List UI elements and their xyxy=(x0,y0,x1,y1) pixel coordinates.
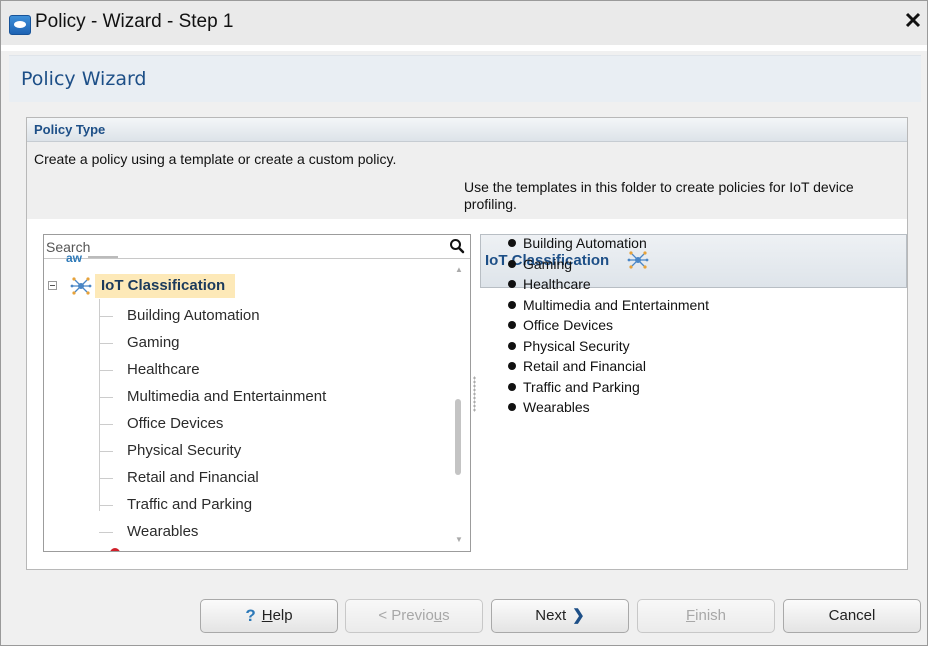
template-tree: aw IoT Classification xyxy=(43,234,471,552)
partial-node-icon: aw xyxy=(66,254,83,264)
tree-node-iot-classification[interactable]: IoT Classification xyxy=(48,273,278,299)
detail-list-item: Healthcare xyxy=(508,274,709,295)
tree-item-building-automation[interactable]: Building Automation xyxy=(99,303,449,329)
close-x-icon xyxy=(905,12,921,28)
tree-item-wearables[interactable]: Wearables xyxy=(99,519,449,545)
tree-branch-line xyxy=(99,478,113,479)
close-icon[interactable] xyxy=(903,11,923,33)
finish-label-mnemonic: F xyxy=(685,607,696,624)
search-icon[interactable] xyxy=(449,238,465,254)
cancel-button[interactable]: Cancel xyxy=(783,599,921,633)
tree-node-partial: aw xyxy=(60,254,120,264)
cancel-label: Cancel xyxy=(828,607,876,624)
previous-label-mnemonic: u xyxy=(433,607,443,624)
help-icon: ? xyxy=(245,606,256,626)
hub-icon xyxy=(70,277,92,295)
help-button[interactable]: ? Help xyxy=(200,599,338,633)
collapse-icon[interactable] xyxy=(48,281,57,290)
scroll-up-icon[interactable]: ▲ xyxy=(454,265,464,275)
tree-branch-line xyxy=(99,316,113,317)
wizard-header: Policy Wizard xyxy=(9,55,921,102)
tree-item-office-devices[interactable]: Office Devices xyxy=(99,411,449,437)
wizard-title: Policy Wizard xyxy=(21,68,147,90)
app-icon xyxy=(9,15,31,35)
policy-type-title: Policy Type xyxy=(34,122,106,137)
tree-item-label: Building Automation xyxy=(127,307,260,324)
finish-label-post: inish xyxy=(695,607,727,624)
finish-button[interactable]: Finish xyxy=(637,599,775,633)
tree-branch-line xyxy=(99,505,113,506)
help-label-mnemonic: H xyxy=(261,607,273,624)
tree-item-label: Physical Security xyxy=(127,442,242,459)
previous-button[interactable]: < Previous xyxy=(345,599,483,633)
detail-list-item: Retail and Financial xyxy=(508,356,709,377)
pane-splitter[interactable] xyxy=(473,376,476,412)
tree-branch-line xyxy=(99,397,113,398)
detail-description: Use the templates in this folder to crea… xyxy=(464,179,854,212)
detail-list: Building Automation Gaming Healthcare Mu… xyxy=(508,233,709,418)
detail-list-item: Gaming xyxy=(508,254,709,275)
previous-label-pre: < Previo xyxy=(378,607,434,624)
tree-branch-line xyxy=(99,370,113,371)
tree-item-gaming[interactable]: Gaming xyxy=(99,330,449,356)
policy-type-header: Policy Type xyxy=(27,118,907,142)
tree-item-healthcare[interactable]: Healthcare xyxy=(99,357,449,383)
scroll-down-icon[interactable]: ▼ xyxy=(454,535,464,545)
detail-list-item: Multimedia and Entertainment xyxy=(508,295,709,316)
tree-branch-line xyxy=(99,532,113,533)
partial-node-icon-bottom xyxy=(110,548,120,551)
tree-branch-line xyxy=(99,451,113,452)
help-label-post: elp xyxy=(272,607,293,624)
tree-item-label: Office Devices xyxy=(127,415,224,432)
next-label: Next xyxy=(535,607,567,624)
scrollbar-thumb[interactable] xyxy=(455,399,461,475)
previous-label-post: s xyxy=(442,607,450,624)
tree-item-label: Wearables xyxy=(127,523,199,540)
tree-node-label: IoT Classification xyxy=(95,274,236,298)
tree-item-traffic-and-parking[interactable]: Traffic and Parking xyxy=(99,492,449,518)
tree-branch-line xyxy=(99,424,113,425)
tree-scrollbar[interactable]: ▲ ▼ xyxy=(448,259,470,551)
detail-list-item: Traffic and Parking xyxy=(508,377,709,398)
tree-branch-line xyxy=(99,343,113,344)
tree-item-label: Multimedia and Entertainment xyxy=(127,388,327,405)
next-button[interactable]: Next ❯ xyxy=(491,599,629,633)
detail-list-item: Physical Security xyxy=(508,336,709,357)
chevron-right-icon: ❯ xyxy=(572,607,585,624)
window-title: Policy - Wizard - Step 1 xyxy=(35,11,234,32)
partial-node-label xyxy=(88,256,118,258)
tree-item-retail-and-financial[interactable]: Retail and Financial xyxy=(99,465,449,491)
title-strip: Policy - Wizard - Step 1 xyxy=(1,1,927,45)
tree-item-label: Traffic and Parking xyxy=(127,496,253,513)
tree-item-label: Gaming xyxy=(127,334,180,351)
tree-item-multimedia-and-entertainment[interactable]: Multimedia and Entertainment xyxy=(99,384,449,410)
tree-item-label: Retail and Financial xyxy=(127,469,259,486)
policy-type-description: Create a policy using a template or crea… xyxy=(34,151,397,167)
detail-list-item: Building Automation xyxy=(508,233,709,254)
tree-item-physical-security[interactable]: Physical Security xyxy=(99,438,449,464)
title-bar: Policy - Wizard - Step 1 xyxy=(1,1,927,51)
detail-list-item: Office Devices xyxy=(508,315,709,336)
detail-list-item: Wearables xyxy=(508,397,709,418)
policy-wizard-window: Policy - Wizard - Step 1 Policy Wizard P… xyxy=(0,0,928,646)
tree-item-label: Healthcare xyxy=(127,361,200,378)
